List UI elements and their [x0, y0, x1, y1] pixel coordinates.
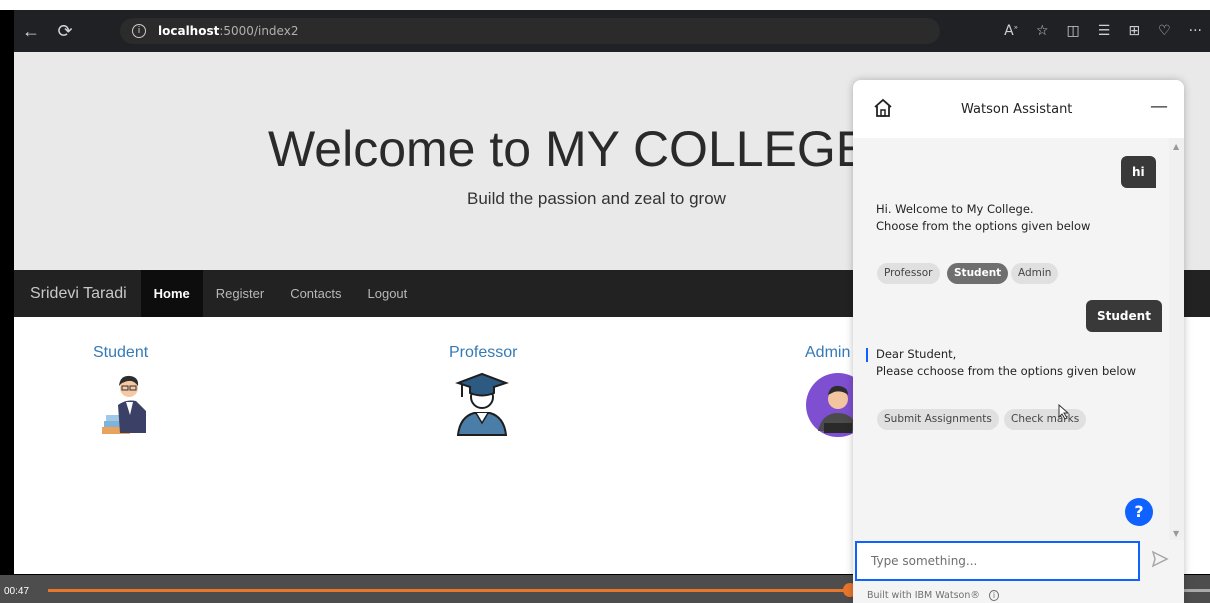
bot-message-welcome: Hi. Welcome to My College. Choose from t… [876, 201, 1090, 235]
browser-toolbar: ← ⟳ i localhost:5000/index2 A» ☆ ◫ ☰ ⊞ ♡… [14, 10, 1210, 52]
bot-message-line: Hi. Welcome to My College. [876, 202, 1034, 216]
role-link-admin[interactable]: Admin [805, 344, 850, 362]
watson-conversation: hi Hi. Welcome to My College. Choose fro… [853, 138, 1169, 540]
send-icon[interactable] [1151, 550, 1169, 568]
home-icon[interactable] [873, 98, 893, 118]
video-timecode: 00:47 [4, 586, 30, 597]
favorites-icon[interactable]: ☰ [1098, 23, 1111, 39]
page-subtitle: Build the passion and zeal to grow [467, 189, 726, 208]
info-circle-icon[interactable]: i [988, 590, 1000, 601]
user-message-student: Student [1086, 300, 1162, 332]
student-avatar-icon[interactable] [100, 371, 152, 437]
option-chip-admin[interactable]: Admin [1011, 263, 1059, 284]
video-progress-fill [48, 589, 850, 592]
split-screen-icon[interactable]: ◫ [1067, 23, 1080, 39]
nav-item-register[interactable]: Register [203, 270, 277, 317]
bot-message-line: Choose from the options given below [876, 219, 1091, 233]
collections-icon[interactable]: ⊞ [1128, 23, 1140, 39]
watson-header: Watson Assistant — [853, 80, 1184, 138]
watson-scrollbar[interactable]: ▲ ▼ [1169, 138, 1184, 540]
info-icon[interactable]: i [132, 24, 146, 38]
nav-item-logout[interactable]: Logout [355, 270, 421, 317]
option-chip-check-marks[interactable]: Check marks [1004, 409, 1087, 430]
scroll-down-icon[interactable]: ▼ [1173, 529, 1179, 538]
url-path: :5000/index2 [219, 24, 299, 38]
option-chip-student[interactable]: Student [947, 263, 1009, 284]
role-link-student[interactable]: Student [93, 344, 148, 362]
message-input[interactable]: Type something... [855, 541, 1140, 581]
refresh-icon[interactable]: ⟳ [48, 21, 82, 42]
user-message-hi: hi [1121, 156, 1156, 188]
nav-item-home[interactable]: Home [140, 270, 203, 317]
watson-assistant-panel: Watson Assistant — hi Hi. Welcome to My … [853, 80, 1184, 603]
browser-icons: A» ☆ ◫ ☰ ⊞ ♡ ··· [1004, 10, 1202, 52]
favorite-star-icon[interactable]: ☆ [1036, 23, 1049, 39]
professor-avatar-icon[interactable] [454, 371, 510, 439]
address-bar[interactable]: i localhost:5000/index2 [120, 18, 940, 44]
read-aloud-icon[interactable]: A» [1004, 23, 1018, 39]
more-icon[interactable]: ··· [1189, 23, 1202, 39]
watson-footer: Built with IBM Watson® i [867, 590, 1000, 601]
scroll-up-icon[interactable]: ▲ [1173, 142, 1179, 151]
browser-essentials-icon[interactable]: ♡ [1158, 23, 1171, 39]
role-link-professor[interactable]: Professor [449, 344, 517, 362]
back-arrow-icon[interactable]: ← [14, 21, 48, 42]
url-host: localhost [158, 24, 220, 38]
help-button[interactable]: ? [1125, 498, 1153, 526]
bot-message-line: Please cchoose from the options given be… [876, 364, 1136, 378]
bot-message-marker [866, 348, 868, 362]
top-edge [0, 0, 1210, 10]
footer-text: Built with IBM Watson® [867, 590, 980, 601]
watson-title: Watson Assistant [961, 102, 1073, 117]
page-title: Welcome to MY COLLEGE [268, 121, 870, 177]
navbar-brand[interactable]: Sridevi Taradi [30, 285, 127, 303]
bot-message-dear-student: Dear Student, Please cchoose from the op… [876, 346, 1136, 380]
minimize-icon[interactable]: — [1150, 96, 1168, 117]
nav-item-contacts[interactable]: Contacts [277, 270, 354, 317]
bot-message-line: Dear Student, [876, 347, 957, 361]
option-chip-professor[interactable]: Professor [877, 263, 940, 284]
mouse-cursor-icon [1058, 404, 1070, 420]
option-chip-submit-assignments[interactable]: Submit Assignments [877, 409, 999, 430]
